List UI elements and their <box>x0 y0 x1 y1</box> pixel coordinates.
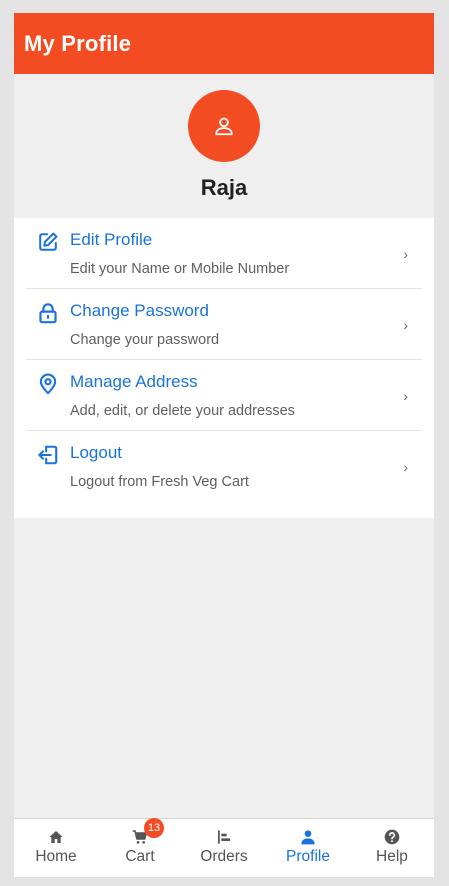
menu-item-subtitle: Logout from Fresh Veg Cart <box>70 474 249 490</box>
menu-item-title: Manage Address <box>70 372 198 391</box>
menu-item-title: Edit Profile <box>70 230 153 249</box>
chevron-right-icon: › <box>403 246 408 262</box>
nav-item-orders[interactable]: Orders <box>182 819 266 877</box>
nav-item-cart[interactable]: 13 Cart <box>98 818 182 877</box>
person-icon <box>301 830 315 845</box>
nav-label: Help <box>376 848 408 865</box>
chevron-right-icon: › <box>403 388 408 404</box>
menu-item-title: Change Password <box>70 301 209 320</box>
nav-item-profile[interactable]: Profile <box>266 819 350 877</box>
nav-item-home[interactable]: Home <box>14 819 98 877</box>
chevron-right-icon: › <box>403 317 408 333</box>
nav-label: Profile <box>286 848 330 865</box>
orders-icon <box>218 830 230 844</box>
chevron-right-icon: › <box>403 459 408 475</box>
user-name: Raja <box>200 175 248 200</box>
home-icon <box>49 831 63 843</box>
edit-icon <box>39 232 58 251</box>
person-outline-icon <box>215 117 233 136</box>
menu-item-change-password[interactable]: Change Password Change your password › <box>26 289 422 360</box>
menu-item-edit-profile[interactable]: Edit Profile Edit your Name or Mobile Nu… <box>26 218 422 289</box>
menu-item-title: Logout <box>70 443 122 462</box>
avatar <box>188 90 260 162</box>
bottom-nav: Home 13 Cart Orders Profile Help <box>14 818 434 877</box>
nav-item-help[interactable]: Help <box>350 819 434 877</box>
location-pin-icon <box>39 373 57 395</box>
page-title: My Profile <box>24 30 132 56</box>
menu-item-subtitle: Add, edit, or delete your addresses <box>70 403 295 419</box>
app-bar: My Profile <box>14 13 434 74</box>
logout-icon <box>38 445 58 465</box>
help-icon <box>384 829 400 845</box>
menu-item-manage-address[interactable]: Manage Address Add, edit, or delete your… <box>26 360 422 431</box>
app-screen: My Profile Raja Edit Profile Edit your N… <box>14 13 434 877</box>
menu-item-subtitle: Edit your Name or Mobile Number <box>70 261 290 277</box>
nav-label: Orders <box>200 848 248 865</box>
lock-icon <box>39 303 57 324</box>
profile-header: Raja <box>14 74 434 218</box>
cart-count-badge: 13 <box>144 818 164 838</box>
nav-label: Home <box>35 848 77 865</box>
nav-label: Cart <box>125 848 155 865</box>
menu-item-logout[interactable]: Logout Logout from Fresh Veg Cart › <box>26 431 422 502</box>
menu-item-subtitle: Change your password <box>70 332 220 348</box>
profile-menu: Edit Profile Edit your Name or Mobile Nu… <box>14 218 434 518</box>
